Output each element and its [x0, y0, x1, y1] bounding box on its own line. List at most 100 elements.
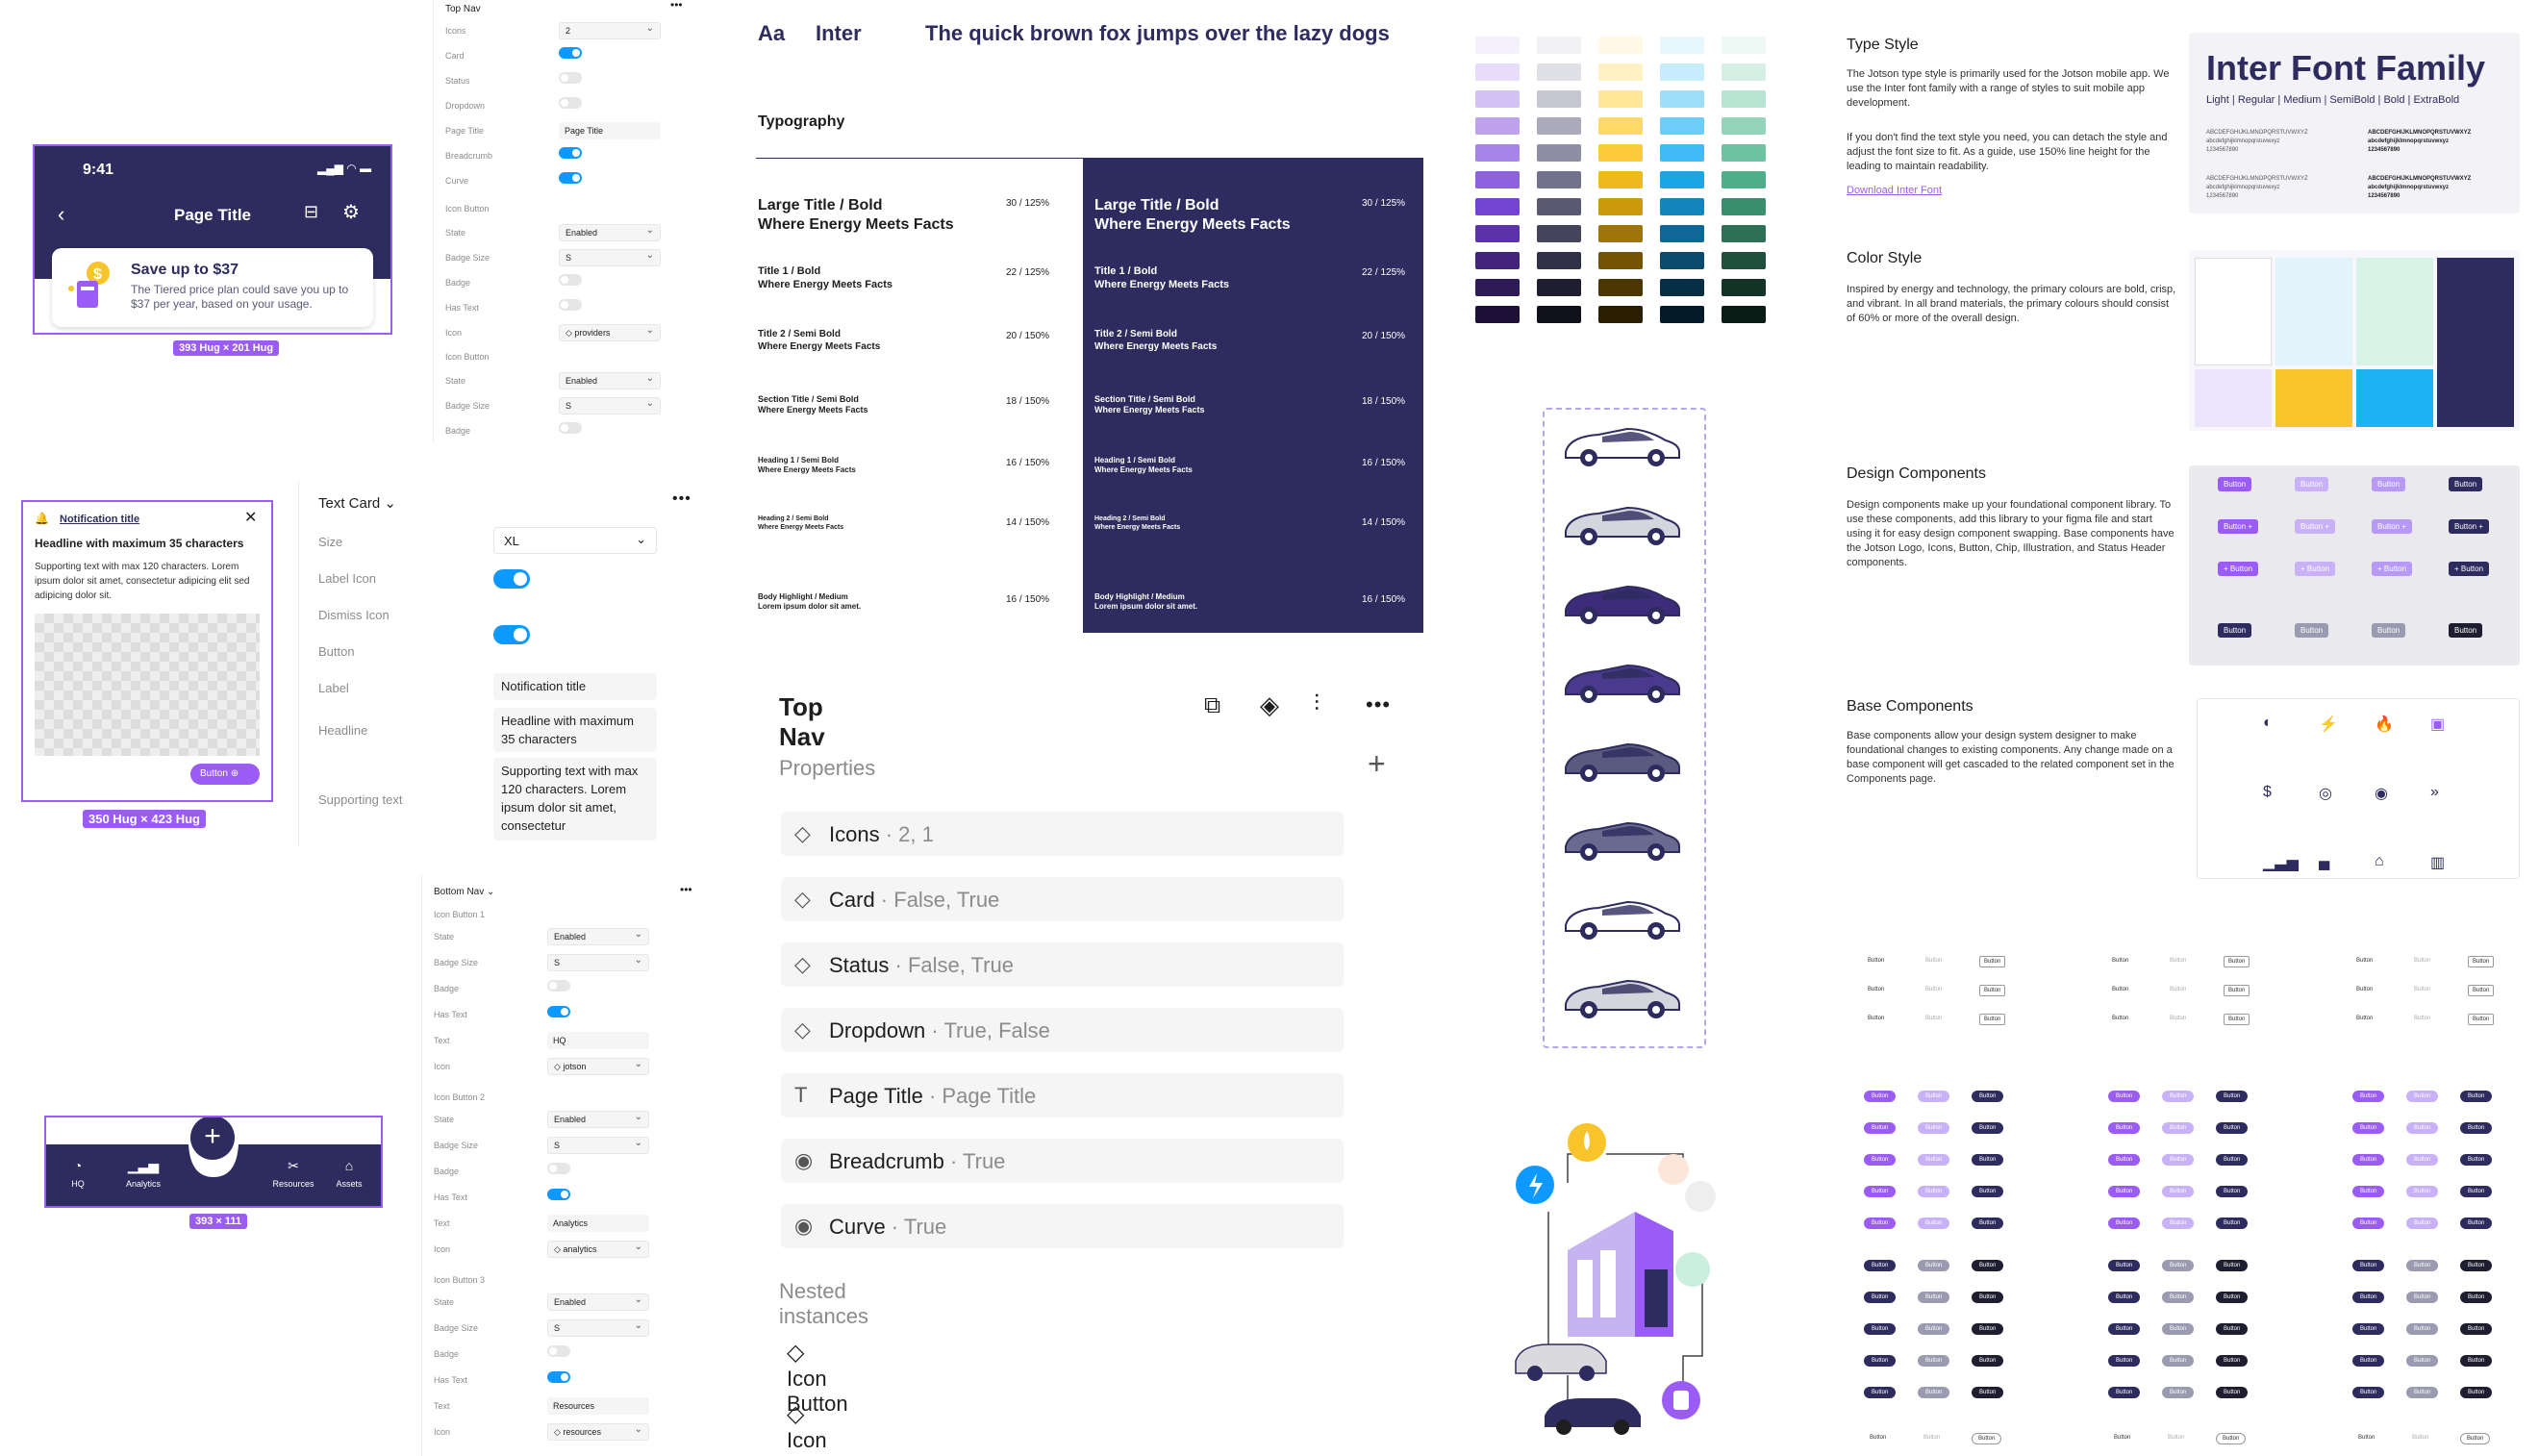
color-swatch[interactable] [1660, 117, 1704, 135]
more-icon[interactable]: ••• [680, 883, 692, 896]
color-swatch[interactable] [1475, 171, 1520, 188]
button-sample[interactable]: Button [2410, 1014, 2434, 1023]
button-sample[interactable]: Button [1972, 1260, 2004, 1271]
size-select[interactable]: XL ⌄ [493, 527, 657, 554]
button-sample[interactable]: Button [1972, 1387, 2004, 1398]
supporting-input[interactable]: Supporting text with max 120 characters.… [493, 758, 657, 841]
button-sample[interactable]: Button [2162, 1292, 2195, 1303]
component-icon[interactable]: ◈ [1260, 690, 1279, 720]
color-swatch[interactable] [1660, 225, 1704, 242]
button-sample[interactable]: Button [2216, 1260, 2249, 1271]
button-sample[interactable]: Button [2352, 1355, 2385, 1367]
car-variant[interactable] [1560, 892, 1685, 942]
button-sample[interactable]: Button [2406, 1387, 2439, 1398]
button-sample[interactable]: Button [2108, 985, 2132, 994]
button-sample[interactable]: Button [2406, 1091, 2439, 1102]
color-swatch[interactable] [1598, 225, 1643, 242]
car-variant[interactable] [1560, 814, 1685, 864]
color-swatch[interactable] [1475, 63, 1520, 81]
button-sample[interactable]: Button [2406, 1154, 2439, 1166]
button-sample[interactable]: Button [2162, 1387, 2195, 1398]
bottom-nav-frame[interactable]: + ◔ HQ ▁▃▅ Analytics ✂ Resources ⌂ Assets [44, 1116, 383, 1208]
button-sample[interactable]: Button [1979, 1014, 2006, 1025]
color-swatch[interactable] [1598, 279, 1643, 296]
button-sample[interactable]: Button [2218, 623, 2252, 638]
prop-select[interactable]: S [547, 1137, 649, 1154]
button-sample[interactable]: Button [2162, 1433, 2190, 1443]
button-sample[interactable]: Button [2218, 477, 2252, 491]
prop-icon-select[interactable]: ◇ resources [547, 1423, 649, 1441]
button-sample[interactable]: Button [2406, 1433, 2434, 1443]
button-sample[interactable]: Button [2162, 1355, 2195, 1367]
button-sample[interactable]: Button [1864, 1260, 1897, 1271]
color-swatch[interactable] [1537, 252, 1581, 269]
button-sample[interactable]: Button [1972, 1091, 2004, 1102]
button-sample[interactable]: Button [2162, 1091, 2195, 1102]
adjust-icon[interactable]: ⫶ [1314, 690, 1320, 717]
color-swatch[interactable] [1598, 198, 1643, 215]
button-sample[interactable]: Button [2224, 1014, 2250, 1025]
button-sample[interactable]: Button [2468, 985, 2495, 996]
color-swatch[interactable] [1475, 306, 1520, 323]
button-sample[interactable]: Button [2352, 1292, 2385, 1303]
button-sample[interactable]: Button [2108, 1292, 2141, 1303]
button-sample[interactable]: Button [2216, 1218, 2249, 1229]
button-sample[interactable]: Button [2166, 985, 2190, 994]
button-sample[interactable]: Button [2162, 1186, 2195, 1197]
button-sample[interactable]: Button [1918, 1091, 1950, 1102]
prop-toggle[interactable] [559, 72, 582, 84]
button-sample[interactable]: Button [1864, 1387, 1897, 1398]
color-swatch[interactable] [1475, 117, 1520, 135]
button-sample[interactable]: Button [2166, 1014, 2190, 1023]
color-swatch[interactable] [1475, 279, 1520, 296]
button-sample[interactable]: Button [1918, 1122, 1950, 1134]
prop-select[interactable]: Enabled [547, 928, 649, 945]
color-swatch[interactable] [1598, 63, 1643, 81]
button-sample[interactable]: Button [2406, 1186, 2439, 1197]
button-sample[interactable]: Button [2406, 1122, 2439, 1134]
button-sample[interactable]: Button [2406, 1292, 2439, 1303]
headline-input[interactable]: Headline with maximum 35 characters [493, 708, 657, 752]
button-sample[interactable]: Button [1918, 1355, 1950, 1367]
prop-toggle[interactable] [547, 1006, 570, 1017]
car-variant[interactable] [1560, 656, 1685, 706]
prop-input[interactable]: Page Title [559, 122, 661, 139]
button-sample[interactable]: Button [2449, 477, 2483, 491]
prop-select[interactable]: 2 [559, 22, 661, 39]
download-inter-link[interactable]: Download Inter Font [1847, 185, 1942, 196]
color-swatch[interactable] [1722, 279, 1766, 296]
button-sample[interactable]: Button [2295, 477, 2329, 491]
color-swatch[interactable] [1537, 225, 1581, 242]
button-sample[interactable]: Button [2108, 1323, 2141, 1335]
button-sample[interactable]: Button [1864, 1014, 1888, 1023]
button-sample[interactable]: Button [2224, 956, 2250, 967]
button-sample[interactable]: Button [2460, 1186, 2493, 1197]
color-swatch[interactable] [1660, 90, 1704, 108]
button-sample[interactable]: Button [2216, 1355, 2249, 1367]
has-text-toggle[interactable] [559, 299, 582, 311]
property-row[interactable]: ◇ Icons · 2, 1 [781, 812, 1344, 856]
button-sample[interactable]: + Button [2218, 562, 2259, 576]
button-sample[interactable]: Button [2352, 1323, 2385, 1335]
button-sample[interactable]: Button + [2372, 519, 2413, 534]
button-sample[interactable]: Button [2108, 1387, 2141, 1398]
prop-toggle[interactable] [547, 1371, 570, 1383]
color-swatch[interactable] [1598, 117, 1643, 135]
button-sample[interactable]: Button [2108, 1433, 2136, 1443]
button-sample[interactable]: Button [1918, 1387, 1950, 1398]
button-sample[interactable]: Button [2216, 1292, 2249, 1303]
color-swatch[interactable] [1722, 90, 1766, 108]
car-variant[interactable] [1560, 419, 1685, 469]
prop-icon-select[interactable]: ◇ jotson [547, 1058, 649, 1075]
button-sample[interactable]: Button [1864, 1218, 1897, 1229]
prop-input[interactable]: Analytics [547, 1215, 649, 1232]
button-sample[interactable]: Button [2295, 623, 2329, 638]
color-swatch[interactable] [1475, 90, 1520, 108]
button-sample[interactable]: Button [2406, 1260, 2439, 1271]
button-sample[interactable]: Button [2372, 477, 2406, 491]
color-swatch[interactable] [1598, 171, 1643, 188]
color-swatch[interactable] [1722, 37, 1766, 54]
state-select[interactable]: Enabled [559, 372, 661, 389]
button-sample[interactable]: Button [2460, 1433, 2491, 1444]
car-variant[interactable] [1560, 577, 1685, 627]
